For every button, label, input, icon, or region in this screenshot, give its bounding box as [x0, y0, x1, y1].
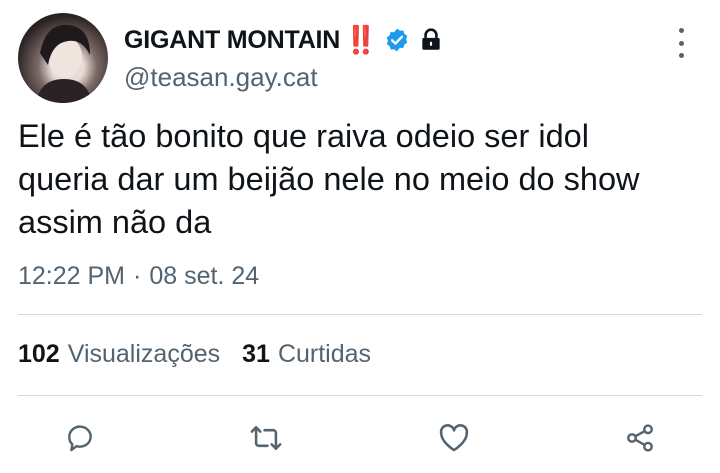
tweet-line: Ele é tão bonito que raiva odeio ser ido… — [18, 118, 589, 154]
tweet-text: Ele é tão bonito que raiva odeio ser ido… — [18, 115, 708, 244]
tweet-stats: 102 Visualizações 31 Curtidas — [18, 340, 393, 369]
tweet-timestamp[interactable]: 12:22 PM · 08 set. 24 — [18, 262, 259, 291]
action-bar — [0, 412, 720, 462]
divider — [18, 395, 702, 396]
views-label: Visualizações — [67, 340, 221, 368]
display-name[interactable]: GIGANT MONTAIN — [124, 26, 340, 55]
more-vertical-icon[interactable] — [674, 28, 688, 58]
likes-stat[interactable]: 31 Curtidas — [242, 340, 371, 369]
views-stat[interactable]: 102 Visualizações — [18, 340, 220, 369]
author-name-row[interactable]: GIGANT MONTAIN ‼️ — [124, 22, 446, 58]
likes-count: 31 — [242, 340, 270, 368]
double-exclamation-emoji: ‼️ — [344, 24, 378, 55]
tweet-line: queria dar um beijão nele no meio do sho… — [18, 161, 640, 197]
share-icon[interactable] — [622, 420, 658, 456]
tweet-time: 12:22 PM — [18, 262, 126, 290]
tweet-line: assim não da — [18, 204, 212, 240]
views-count: 102 — [18, 340, 60, 368]
lock-icon — [416, 25, 446, 55]
meta-separator: · — [133, 262, 142, 290]
avatar[interactable] — [18, 13, 108, 103]
tweet-date: 08 set. 24 — [149, 262, 260, 290]
retweet-icon[interactable] — [248, 420, 284, 456]
likes-label: Curtidas — [277, 340, 372, 368]
reply-icon[interactable] — [62, 420, 98, 456]
verified-badge-icon — [382, 25, 412, 55]
divider — [18, 314, 702, 315]
like-icon[interactable] — [436, 420, 472, 456]
author-handle[interactable]: @teasan.gay.cat — [124, 62, 318, 93]
